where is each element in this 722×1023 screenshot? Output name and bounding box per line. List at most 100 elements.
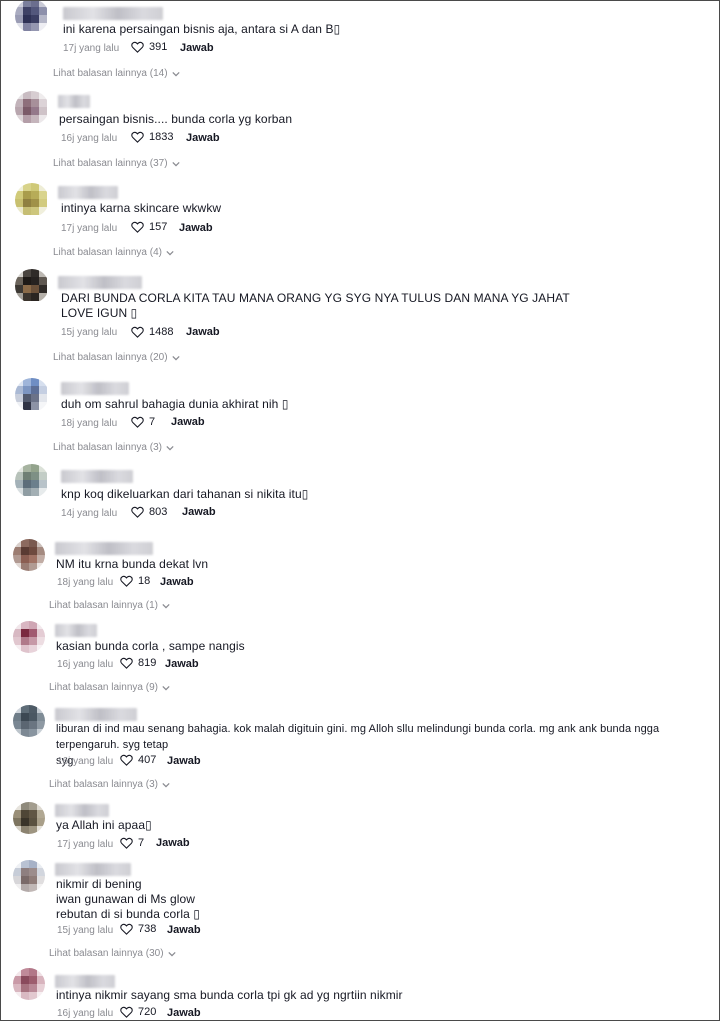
avatar[interactable] bbox=[15, 464, 49, 498]
comment-text: NM itu krna bunda dekat lvn bbox=[56, 557, 209, 571]
view-more-replies[interactable]: Lihat balasan lainnya (1) bbox=[49, 600, 170, 611]
comment-text: kasian bunda corla , sampe nangis bbox=[56, 639, 245, 653]
comment-text: ini karena persaingan bisnis aja, antara… bbox=[63, 22, 341, 36]
avatar[interactable] bbox=[13, 621, 45, 653]
comment-time: 17j yang lalu bbox=[61, 223, 118, 234]
heart-outline-icon bbox=[120, 754, 133, 766]
heart-outline-icon bbox=[120, 575, 133, 587]
view-more-label: Lihat balasan lainnya (3) bbox=[53, 442, 162, 453]
like-button[interactable]: 1833 bbox=[131, 131, 173, 143]
username[interactable] bbox=[61, 382, 129, 395]
view-more-label: Lihat balasan lainnya (9) bbox=[49, 682, 158, 693]
comment-text: persaingan bisnis.... bunda corla yg kor… bbox=[59, 112, 293, 126]
reply-button[interactable]: Jawab bbox=[179, 222, 213, 234]
view-more-replies[interactable]: Lihat balasan lainnya (4) bbox=[53, 247, 174, 258]
like-button[interactable]: 738 bbox=[120, 923, 156, 935]
avatar[interactable] bbox=[13, 968, 45, 1000]
like-count: 819 bbox=[138, 657, 157, 669]
avatar[interactable] bbox=[13, 860, 45, 892]
like-count: 407 bbox=[138, 754, 157, 766]
reply-button[interactable]: Jawab bbox=[180, 42, 214, 54]
reply-button[interactable]: Jawab bbox=[182, 506, 216, 518]
comment-time: 16j yang lalu bbox=[57, 756, 114, 767]
like-button[interactable]: 391 bbox=[131, 41, 167, 53]
view-more-label: Lihat balasan lainnya (1) bbox=[49, 600, 158, 611]
chevron-down-icon bbox=[166, 445, 174, 450]
reply-button[interactable]: Jawab bbox=[186, 326, 220, 338]
avatar[interactable] bbox=[15, 1, 49, 33]
view-more-label: Lihat balasan lainnya (4) bbox=[53, 247, 162, 258]
username[interactable] bbox=[55, 804, 109, 817]
avatar[interactable] bbox=[15, 183, 49, 217]
reply-button[interactable]: Jawab bbox=[167, 755, 201, 767]
like-button[interactable]: 7 bbox=[120, 837, 144, 849]
comment-list: ini karena persaingan bisnis aja, antara… bbox=[0, 0, 720, 1021]
like-count: 720 bbox=[138, 1006, 157, 1018]
heart-outline-icon bbox=[131, 506, 144, 518]
avatar[interactable] bbox=[15, 91, 49, 125]
like-count: 18 bbox=[138, 575, 151, 587]
username[interactable] bbox=[55, 975, 115, 988]
like-button[interactable]: 819 bbox=[120, 657, 156, 669]
view-more-replies[interactable]: Lihat balasan lainnya (3) bbox=[49, 779, 170, 790]
avatar[interactable] bbox=[13, 802, 45, 834]
username[interactable] bbox=[61, 470, 133, 483]
view-more-replies[interactable]: Lihat balasan lainnya (14) bbox=[53, 68, 180, 79]
username[interactable] bbox=[58, 186, 118, 199]
comment-time: 15j yang lalu bbox=[57, 925, 114, 936]
reply-button[interactable]: Jawab bbox=[186, 132, 220, 144]
heart-outline-icon bbox=[120, 837, 133, 849]
heart-outline-icon bbox=[131, 416, 144, 428]
heart-outline-icon bbox=[120, 1006, 133, 1018]
avatar[interactable] bbox=[13, 539, 45, 571]
avatar[interactable] bbox=[15, 269, 49, 303]
heart-outline-icon bbox=[131, 41, 144, 53]
reply-button[interactable]: Jawab bbox=[167, 1007, 201, 1019]
chevron-down-icon bbox=[167, 951, 176, 956]
username[interactable] bbox=[55, 542, 153, 555]
chevron-down-icon bbox=[171, 355, 180, 360]
chevron-down-icon bbox=[162, 603, 170, 608]
comment-time: 18j yang lalu bbox=[61, 418, 118, 429]
comment-time: 17j yang lalu bbox=[57, 839, 114, 850]
username[interactable] bbox=[55, 624, 97, 637]
reply-button[interactable]: Jawab bbox=[171, 416, 205, 428]
view-more-replies[interactable]: Lihat balasan lainnya (30) bbox=[49, 948, 176, 959]
like-button[interactable]: 18 bbox=[120, 575, 150, 587]
like-button[interactable]: 7 bbox=[131, 416, 155, 428]
username[interactable] bbox=[63, 7, 163, 20]
like-count: 738 bbox=[138, 923, 157, 935]
comment-text: intinya karna skincare wkwkw bbox=[61, 201, 222, 215]
chevron-down-icon bbox=[171, 161, 180, 166]
chevron-down-icon bbox=[171, 71, 180, 76]
view-more-replies[interactable]: Lihat balasan lainnya (9) bbox=[49, 682, 170, 693]
like-count: 391 bbox=[149, 41, 168, 53]
comment-text: knp koq dikeluarkan dari tahanan si niki… bbox=[61, 487, 309, 501]
chevron-down-icon bbox=[162, 782, 170, 787]
like-button[interactable]: 407 bbox=[120, 754, 156, 766]
like-button[interactable]: 1488 bbox=[131, 326, 173, 338]
comment-time: 15j yang lalu bbox=[61, 327, 118, 338]
like-count: 157 bbox=[149, 221, 168, 233]
view-more-replies[interactable]: Lihat balasan lainnya (3) bbox=[53, 442, 174, 453]
username[interactable] bbox=[55, 863, 131, 876]
reply-button[interactable]: Jawab bbox=[160, 576, 194, 588]
comment-time: 18j yang lalu bbox=[57, 577, 114, 588]
username[interactable] bbox=[55, 708, 137, 721]
username[interactable] bbox=[58, 276, 142, 289]
username[interactable] bbox=[58, 95, 90, 108]
like-button[interactable]: 803 bbox=[131, 506, 167, 518]
avatar[interactable] bbox=[15, 378, 49, 412]
reply-button[interactable]: Jawab bbox=[156, 837, 190, 849]
reply-button[interactable]: Jawab bbox=[167, 924, 201, 936]
comment-text: nikmir di bening iwan gunawan di Ms glow… bbox=[56, 877, 201, 921]
avatar[interactable] bbox=[13, 705, 45, 737]
like-count: 7 bbox=[138, 837, 145, 849]
reply-button[interactable]: Jawab bbox=[165, 658, 199, 670]
view-more-replies[interactable]: Lihat balasan lainnya (37) bbox=[53, 158, 180, 169]
like-button[interactable]: 157 bbox=[131, 221, 167, 233]
like-button[interactable]: 720 bbox=[120, 1006, 156, 1018]
chevron-down-icon bbox=[162, 685, 170, 690]
view-more-replies[interactable]: Lihat balasan lainnya (20) bbox=[53, 352, 180, 363]
view-more-label: Lihat balasan lainnya (37) bbox=[53, 158, 168, 169]
